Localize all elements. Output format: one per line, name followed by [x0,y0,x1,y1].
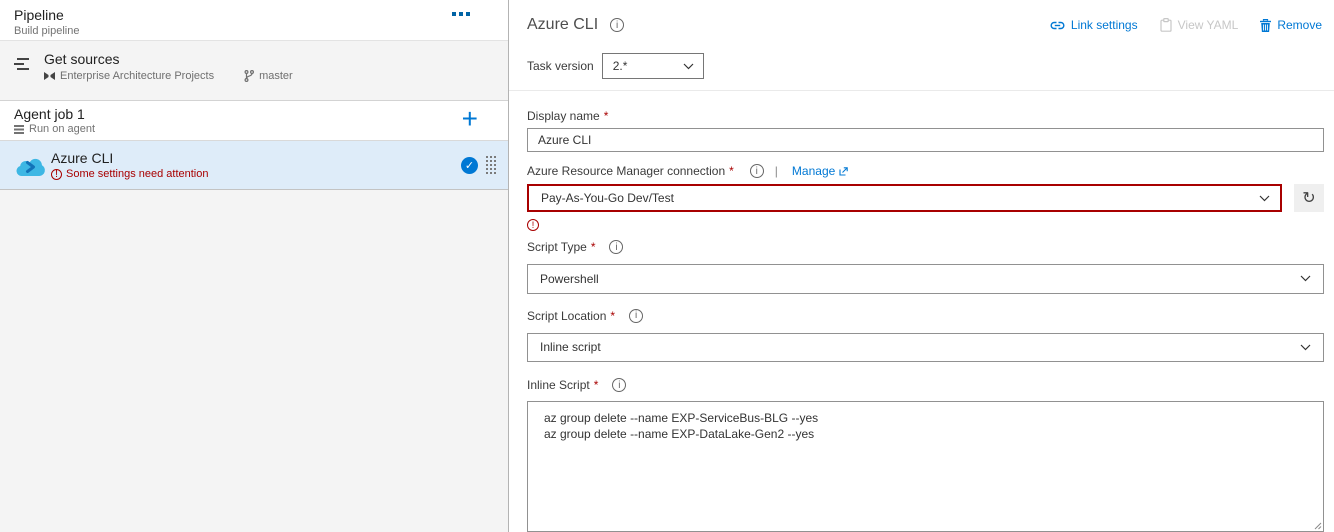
required-marker: * [610,308,616,323]
info-icon[interactable]: i [609,240,624,254]
inline-script-wrap: az group delete --name EXP-ServiceBus-BL… [527,401,1324,532]
steps-list-icon [14,57,30,71]
view-yaml-button[interactable]: View YAML [1160,18,1239,32]
task-item-azure-cli[interactable]: Azure CLI ! Some settings need attention… [0,141,508,190]
task-texts: Azure CLI ! Some settings need attention [51,150,461,180]
display-name-input[interactable] [527,128,1324,152]
task-version-label: Task version [527,59,594,73]
arm-connection-error: ! [527,215,1324,233]
remove-button[interactable]: Remove [1260,18,1322,32]
repo-icon [44,71,55,81]
script-type-label: Script Type [527,240,587,254]
task-enabled-check-icon[interactable]: ✓ [461,156,478,174]
error-icon: ! [527,219,539,231]
chevron-down-icon [1300,344,1311,351]
task-version-row: Task version 2.* [527,53,1324,79]
display-name-label-row: Display name * [527,109,1324,123]
remove-label: Remove [1277,18,1322,32]
view-yaml-label: View YAML [1177,18,1239,32]
required-marker: * [729,164,734,178]
pipeline-editor: Pipeline Build pipeline Get sources Ente… [0,0,1334,532]
manage-link-label: Manage [791,164,836,178]
link-settings-button[interactable]: Link settings [1050,18,1138,32]
display-name-label: Display name [527,109,600,123]
pipeline-subtitle: Build pipeline [14,25,80,37]
branch-name: master [259,70,293,82]
script-location-label: Script Location [527,308,607,323]
branch-group: master [244,70,293,82]
required-marker: * [590,240,596,254]
link-icon [1050,20,1065,31]
pipeline-header: Pipeline Build pipeline [0,0,508,41]
link-settings-label: Link settings [1070,18,1138,32]
arm-connection-value: Pay-As-You-Go Dev/Test [541,191,674,205]
script-type-select[interactable]: Powershell [527,264,1324,294]
agent-rows-icon [14,124,24,134]
task-settings-panel: Azure CLI i Link settings View YAML Remo… [509,0,1334,532]
refresh-button[interactable]: ↻ [1294,184,1324,212]
ellipsis-menu-icon[interactable] [452,12,470,16]
azure-cli-cloud-icon [15,153,47,177]
task-version-select[interactable]: 2.* [601,53,704,79]
script-type-label-row: Script Type * i [527,240,1324,254]
get-sources-item[interactable]: Get sources Enterprise Architecture Proj… [0,41,508,101]
info-icon[interactable]: i [629,308,644,323]
info-icon[interactable]: i [612,378,627,392]
clipboard-icon [1160,18,1172,32]
task-list-empty-area [0,190,508,532]
info-icon[interactable]: i [749,164,764,178]
chevron-down-icon [683,63,694,69]
script-type-value: Powershell [540,271,599,286]
info-icon[interactable]: i [610,18,625,32]
get-sources-details: Enterprise Architecture Projects master [44,70,494,82]
separator: | [774,164,778,178]
manage-link[interactable]: Manage [791,164,849,178]
trash-icon [1260,18,1272,32]
external-link-icon [839,166,849,176]
arm-connection-label-row: Azure Resource Manager connection * i | … [527,164,1324,178]
pipeline-title: Pipeline [14,7,64,23]
inline-script-label: Inline Script [527,378,590,392]
task-settings-title: Azure CLI [527,16,599,33]
agent-job-title: Agent job 1 [14,106,85,122]
inline-script-textarea[interactable]: az group delete --name EXP-ServiceBus-BL… [527,401,1324,532]
header-actions: Link settings View YAML Remove [1050,18,1324,32]
add-task-button[interactable]: + [462,105,478,133]
script-location-label-row: Script Location * i [527,308,1324,323]
chevron-down-icon [1259,195,1270,201]
agent-job-details: Run on agent [14,123,494,135]
warning-icon: ! [51,168,62,180]
inline-script-label-row: Inline Script * i [527,378,1324,392]
repo-name: Enterprise Architecture Projects [60,70,215,82]
task-version-value: 2.* [612,59,628,73]
required-marker: * [603,109,609,123]
branch-icon [244,70,255,82]
arm-connection-row: Pay-As-You-Go Dev/Test ↻ [527,184,1324,212]
required-marker: * [593,378,599,392]
script-location-value: Inline script [540,340,601,355]
drag-handle-icon[interactable] [486,156,496,174]
section-divider [509,90,1334,91]
arm-connection-select[interactable]: Pay-As-You-Go Dev/Test [527,184,1282,212]
agent-job-subtitle: Run on agent [29,123,96,135]
pipeline-sidebar: Pipeline Build pipeline Get sources Ente… [0,0,509,532]
script-location-select[interactable]: Inline script [527,332,1324,362]
task-settings-header: Azure CLI i Link settings View YAML Remo… [527,12,1324,38]
arm-connection-label: Azure Resource Manager connection [527,164,726,178]
task-warning-text: Some settings need attention [66,168,209,180]
task-title: Azure CLI [51,150,114,166]
agent-job-item[interactable]: Agent job 1 Run on agent + [0,101,508,141]
task-warning: ! Some settings need attention [51,168,461,180]
get-sources-title: Get sources [44,51,120,67]
chevron-down-icon [1300,275,1311,282]
